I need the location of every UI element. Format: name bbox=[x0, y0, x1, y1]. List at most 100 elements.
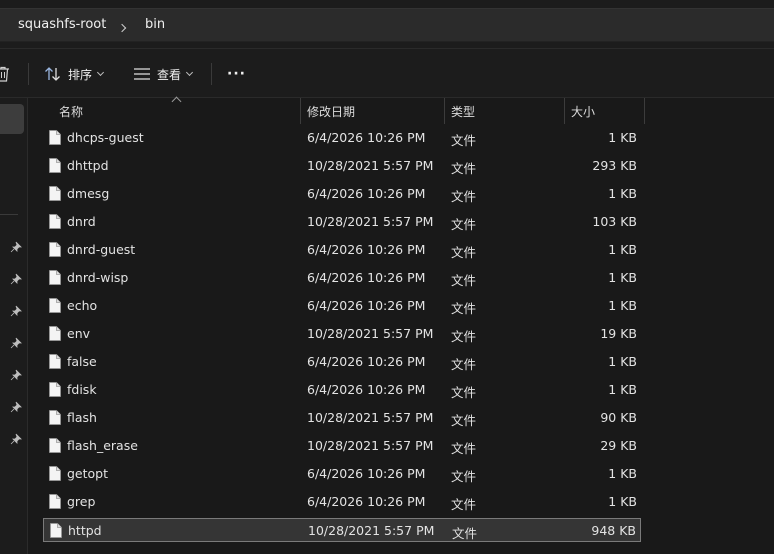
file-size: 103 KB bbox=[592, 214, 637, 229]
file-size: 1 KB bbox=[608, 298, 637, 313]
file-row[interactable]: false 6/4/2026 10:26 PM 文件 1 KB bbox=[43, 350, 641, 374]
column-header-type[interactable]: 类型 bbox=[451, 103, 475, 120]
column-divider[interactable] bbox=[444, 98, 445, 124]
file-name: httpd bbox=[68, 523, 102, 538]
file-row[interactable]: flash_erase 10/28/2021 5:57 PM 文件 29 KB bbox=[43, 434, 641, 458]
file-name: false bbox=[67, 354, 97, 369]
file-icon bbox=[49, 130, 61, 145]
file-row[interactable]: fdisk 6/4/2026 10:26 PM 文件 1 KB bbox=[43, 378, 641, 402]
file-icon bbox=[49, 466, 61, 481]
file-type: 文件 bbox=[451, 133, 477, 148]
delete-icon[interactable] bbox=[0, 66, 10, 82]
file-modified: 6/4/2026 10:26 PM bbox=[307, 186, 426, 201]
chevron-down-icon bbox=[185, 68, 194, 77]
file-row[interactable]: grep 6/4/2026 10:26 PM 文件 1 KB bbox=[43, 490, 641, 514]
pin-icon[interactable] bbox=[10, 401, 22, 413]
file-type: 文件 bbox=[451, 329, 477, 344]
column-divider[interactable] bbox=[300, 98, 301, 124]
file-type: 文件 bbox=[451, 469, 477, 484]
navigation-pane bbox=[0, 98, 28, 554]
chevron-right-icon bbox=[117, 23, 127, 33]
sort-ascending-icon bbox=[171, 96, 182, 107]
file-type: 文件 bbox=[451, 385, 477, 400]
file-icon bbox=[49, 158, 61, 173]
sort-label: 排序 bbox=[68, 67, 93, 82]
file-modified: 6/4/2026 10:26 PM bbox=[307, 270, 426, 285]
file-row[interactable]: env 10/28/2021 5:57 PM 文件 19 KB bbox=[43, 322, 641, 346]
file-type: 文件 bbox=[451, 357, 477, 372]
file-icon bbox=[49, 326, 61, 341]
file-modified: 6/4/2026 10:26 PM bbox=[307, 130, 426, 145]
pin-icon[interactable] bbox=[10, 273, 22, 285]
file-name: dnrd bbox=[67, 214, 96, 229]
address-bar: squashfs-root bin bbox=[0, 0, 774, 48]
pin-icon[interactable] bbox=[10, 369, 22, 381]
column-divider[interactable] bbox=[644, 98, 645, 124]
file-row[interactable]: dhcps-guest 6/4/2026 10:26 PM 文件 1 KB bbox=[43, 126, 641, 150]
file-row[interactable]: dnrd 10/28/2021 5:57 PM 文件 103 KB bbox=[43, 210, 641, 234]
file-icon bbox=[49, 186, 61, 201]
sort-icon bbox=[45, 67, 60, 81]
pin-icon[interactable] bbox=[10, 241, 22, 253]
selected-nav-item[interactable] bbox=[0, 104, 24, 134]
file-icon bbox=[49, 438, 61, 453]
file-name: dnrd-guest bbox=[67, 242, 136, 257]
file-modified: 6/4/2026 10:26 PM bbox=[307, 382, 426, 397]
breadcrumb-item-bin[interactable]: bin bbox=[145, 17, 165, 32]
file-size: 1 KB bbox=[608, 270, 637, 285]
pin-icon[interactable] bbox=[10, 305, 22, 317]
file-name: flash bbox=[67, 410, 97, 425]
file-size: 1 KB bbox=[608, 130, 637, 145]
file-name: dhttpd bbox=[67, 158, 109, 173]
file-row[interactable]: getopt 6/4/2026 10:26 PM 文件 1 KB bbox=[43, 462, 641, 486]
pin-icon[interactable] bbox=[10, 433, 22, 445]
file-name: grep bbox=[67, 494, 96, 509]
view-label: 查看 bbox=[157, 67, 182, 82]
column-header-size[interactable]: 大小 bbox=[571, 103, 595, 120]
file-icon bbox=[49, 494, 61, 509]
file-size: 1 KB bbox=[608, 354, 637, 369]
list-view-icon bbox=[134, 68, 150, 80]
file-modified: 10/28/2021 5:57 PM bbox=[308, 523, 435, 538]
file-icon bbox=[49, 298, 61, 313]
file-type: 文件 bbox=[451, 217, 477, 232]
pin-icon[interactable] bbox=[10, 337, 22, 349]
file-name: getopt bbox=[67, 466, 109, 481]
file-size: 948 KB bbox=[591, 523, 636, 538]
file-type: 文件 bbox=[451, 161, 477, 176]
file-icon bbox=[49, 410, 61, 425]
file-icon bbox=[49, 382, 61, 397]
column-divider[interactable] bbox=[564, 98, 565, 124]
file-modified: 6/4/2026 10:26 PM bbox=[307, 242, 426, 257]
nav-divider bbox=[0, 214, 18, 215]
file-name: fdisk bbox=[67, 382, 97, 397]
column-header-modified[interactable]: 修改日期 bbox=[307, 103, 355, 120]
file-row[interactable]: dnrd-wisp 6/4/2026 10:26 PM 文件 1 KB bbox=[43, 266, 641, 290]
file-modified: 10/28/2021 5:57 PM bbox=[307, 214, 434, 229]
file-row[interactable]: dhttpd 10/28/2021 5:57 PM 文件 293 KB bbox=[43, 154, 641, 178]
file-row[interactable]: dmesg 6/4/2026 10:26 PM 文件 1 KB bbox=[43, 182, 641, 206]
file-modified: 10/28/2021 5:57 PM bbox=[307, 326, 434, 341]
toolbar-divider bbox=[211, 63, 212, 85]
breadcrumb-item-squashfs-root[interactable]: squashfs-root bbox=[18, 17, 106, 32]
file-row[interactable]: httpd 10/28/2021 5:57 PM 文件 948 KB bbox=[43, 518, 641, 542]
column-header-name[interactable]: 名称 bbox=[59, 103, 83, 120]
view-button[interactable]: 查看 bbox=[133, 62, 194, 86]
file-modified: 10/28/2021 5:57 PM bbox=[307, 438, 434, 453]
file-icon bbox=[49, 214, 61, 229]
file-name: dnrd-wisp bbox=[67, 270, 129, 285]
more-options-button[interactable]: ··· bbox=[227, 62, 246, 86]
file-size: 293 KB bbox=[592, 158, 637, 173]
file-modified: 6/4/2026 10:26 PM bbox=[307, 466, 426, 481]
file-size: 29 KB bbox=[600, 438, 637, 453]
breadcrumb[interactable]: squashfs-root bin bbox=[0, 8, 774, 42]
file-row[interactable]: echo 6/4/2026 10:26 PM 文件 1 KB bbox=[43, 294, 641, 318]
sort-button[interactable]: 排序 bbox=[44, 62, 105, 86]
file-row[interactable]: flash 10/28/2021 5:57 PM 文件 90 KB bbox=[43, 406, 641, 430]
file-size: 19 KB bbox=[600, 326, 637, 341]
file-modified: 6/4/2026 10:26 PM bbox=[307, 354, 426, 369]
file-row[interactable]: dnrd-guest 6/4/2026 10:26 PM 文件 1 KB bbox=[43, 238, 641, 262]
file-size: 1 KB bbox=[608, 466, 637, 481]
command-bar: 排序 查看 ··· bbox=[0, 48, 774, 98]
file-type: 文件 bbox=[451, 441, 477, 456]
